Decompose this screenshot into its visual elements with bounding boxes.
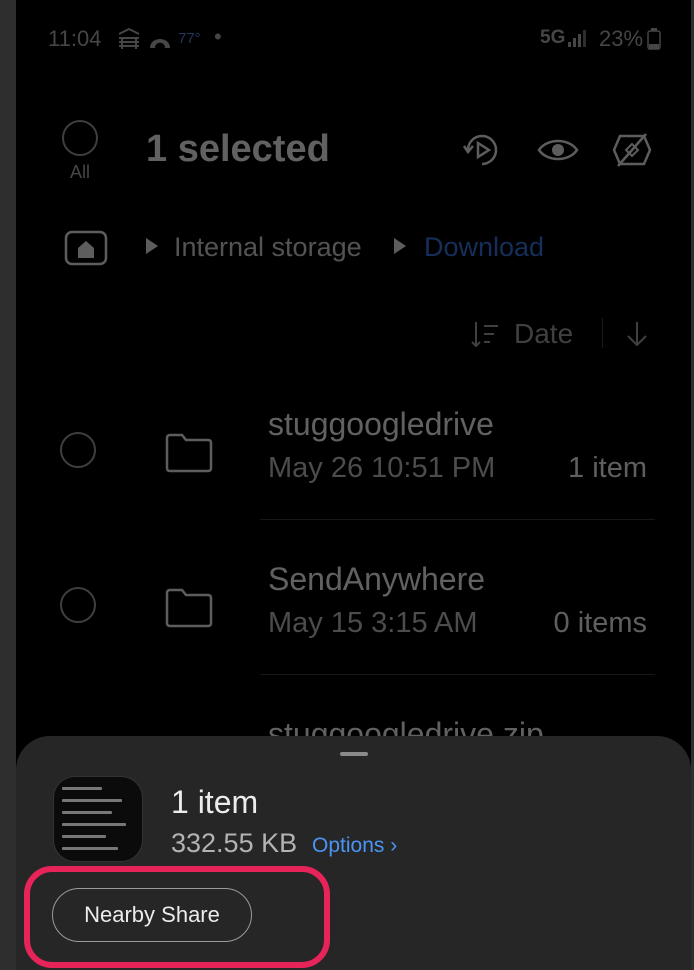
share-sheet: 1 item 332.55 KB Options › Nearby Share xyxy=(16,736,691,970)
breadcrumb-arrow-icon xyxy=(394,238,406,254)
breadcrumb: Internal storage Download xyxy=(64,224,691,268)
row-checkbox[interactable] xyxy=(60,587,96,623)
file-date: May 15 3:15 AM xyxy=(268,607,478,639)
arrow-down-icon[interactable] xyxy=(624,320,650,348)
selected-size: 332.55 KB xyxy=(171,828,298,858)
folder-icon xyxy=(165,433,213,473)
status-battery: 23% xyxy=(599,26,644,51)
sort-bar: Date xyxy=(466,316,691,352)
eye-icon[interactable] xyxy=(536,128,580,172)
row-divider xyxy=(260,519,655,520)
hide-icon[interactable] xyxy=(610,128,654,172)
select-all-toggle[interactable]: All xyxy=(60,120,100,183)
status-temperature: 77° xyxy=(178,30,201,47)
nearby-share-button[interactable]: Nearby Share xyxy=(52,888,252,942)
options-label: Options xyxy=(312,834,385,857)
options-link[interactable]: Options › xyxy=(312,834,397,858)
storage-icon xyxy=(118,28,140,49)
status-time: 11:04 xyxy=(48,26,102,51)
select-all-checkbox[interactable] xyxy=(62,120,98,156)
file-item-count: 1 item xyxy=(568,452,647,484)
sheet-handle[interactable] xyxy=(340,752,368,756)
sort-divider xyxy=(602,318,603,348)
phone-screen: 11:04 77° • 5G 23% All 1 selected Intern… xyxy=(16,0,691,970)
page-title: 1 selected xyxy=(146,128,330,170)
status-dot: • xyxy=(214,24,222,49)
breadcrumb-download[interactable]: Download xyxy=(424,232,544,263)
select-all-label: All xyxy=(69,162,90,182)
signal-icon xyxy=(568,30,586,47)
breadcrumb-internal-storage[interactable]: Internal storage xyxy=(174,232,362,263)
row-divider xyxy=(260,674,655,675)
file-date: May 26 10:51 PM xyxy=(268,452,496,484)
file-row[interactable]: SendAnywhere May 15 3:15 AM 0 items xyxy=(16,555,691,705)
file-name: SendAnywhere xyxy=(268,561,486,597)
video-play-icon[interactable] xyxy=(460,128,504,172)
nearby-icon xyxy=(150,39,170,48)
file-row[interactable]: stuggoogledrive May 26 10:51 PM 1 item xyxy=(16,400,691,550)
selected-item-count: 1 item xyxy=(171,784,259,820)
file-thumbnail xyxy=(53,776,143,862)
row-checkbox[interactable] xyxy=(60,432,96,468)
chevron-right-icon: › xyxy=(390,834,398,857)
file-item-count: 0 items xyxy=(553,607,647,639)
battery-icon xyxy=(647,28,661,50)
status-bar: 11:04 77° • 5G 23% xyxy=(16,24,691,56)
sort-icon[interactable] xyxy=(470,320,500,348)
folder-icon xyxy=(165,588,213,628)
breadcrumb-arrow-icon xyxy=(146,238,158,254)
status-network: 5G xyxy=(540,27,566,48)
sort-label[interactable]: Date xyxy=(514,318,573,350)
file-name: stuggoogledrive xyxy=(268,406,494,442)
home-icon[interactable] xyxy=(64,228,108,266)
